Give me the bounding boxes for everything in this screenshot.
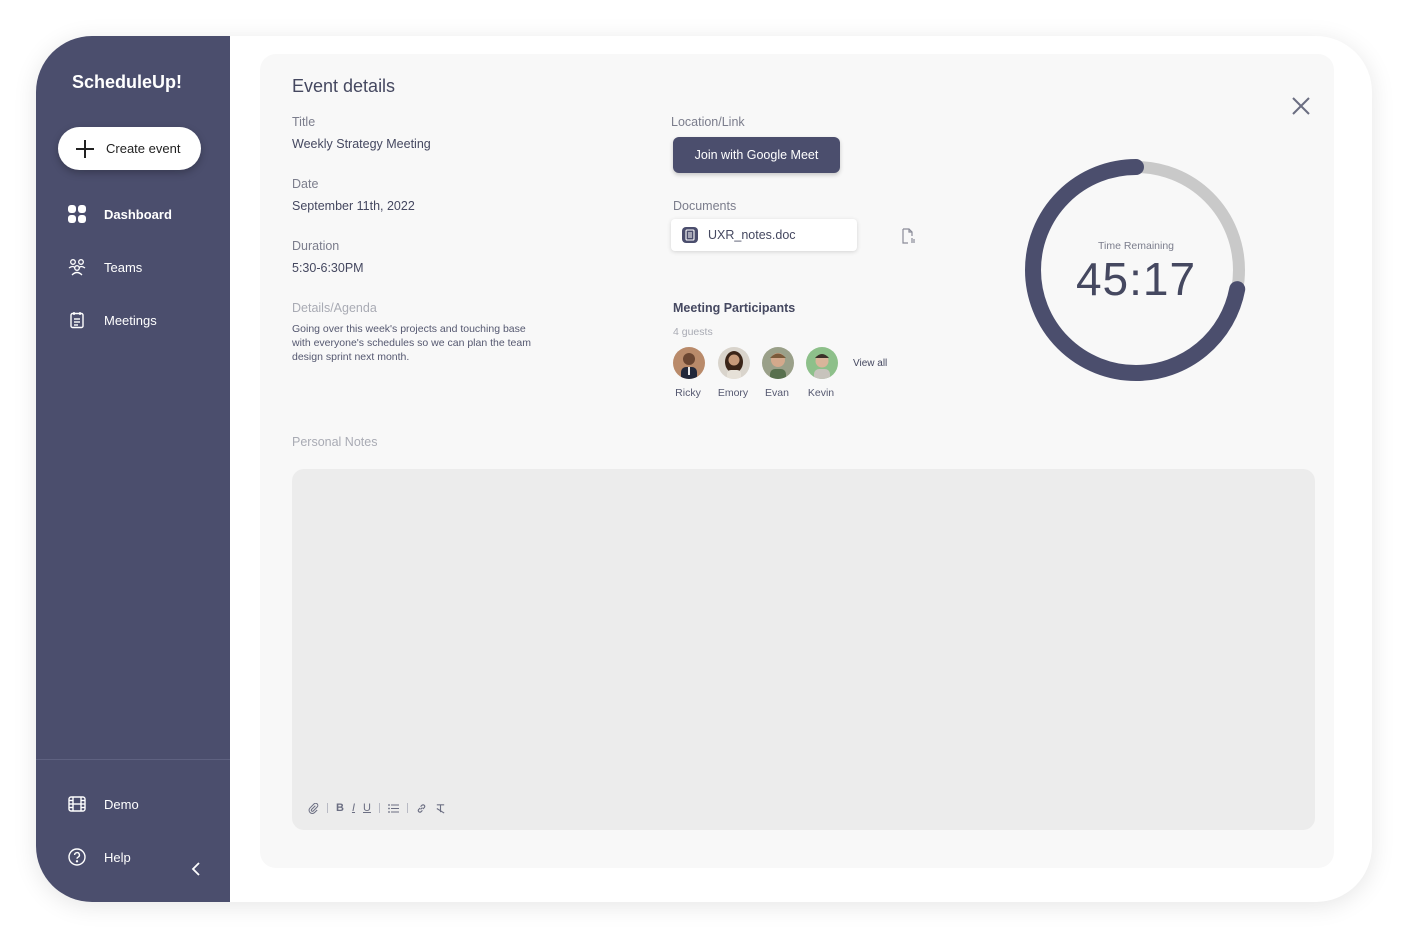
personal-notes-input[interactable]	[292, 469, 1315, 789]
avatar[interactable]	[673, 347, 705, 379]
chevron-left-icon[interactable]	[188, 860, 206, 878]
location-label: Location/Link	[671, 115, 745, 129]
timer-label: Time Remaining	[1097, 240, 1175, 252]
sidebar-item-teams[interactable]: Teams	[68, 255, 142, 279]
avatar[interactable]	[718, 347, 750, 379]
sidebar-item-label: Help	[104, 849, 131, 865]
sidebar-item-dashboard[interactable]: Dashboard	[68, 202, 172, 226]
participants-title: Meeting Participants	[673, 301, 796, 315]
participant-name: Emory	[717, 387, 749, 399]
italic-icon[interactable]: I	[352, 802, 355, 814]
guests-count: 4 guests	[673, 326, 713, 338]
details-label: Details/Agenda	[292, 301, 377, 315]
sidebar: ScheduleUp! Create event Dashboard Teams…	[36, 36, 230, 902]
clear-format-icon[interactable]	[435, 803, 446, 814]
document-icon	[681, 226, 699, 244]
film-icon	[68, 795, 86, 813]
sidebar-item-meetings[interactable]: Meetings	[68, 308, 157, 332]
view-all-link[interactable]: View all	[853, 358, 887, 369]
personal-notes-label: Personal Notes	[292, 435, 378, 449]
plus-icon	[76, 139, 94, 158]
duration-label: Duration	[292, 239, 340, 253]
underline-icon[interactable]: U	[363, 802, 371, 814]
app-logo: ScheduleUp!	[71, 72, 182, 92]
calendar-note-icon	[68, 311, 86, 329]
sidebar-item-label: Dashboard	[104, 206, 172, 222]
document-chip[interactable]: UXR_notes.doc	[671, 219, 857, 251]
toolbar-separator	[378, 803, 380, 813]
notes-toolbar: B I U	[308, 801, 454, 815]
title-label: Title	[292, 115, 316, 129]
date-value: September 11th, 2022	[292, 199, 415, 213]
join-google-meet-button[interactable]: Join with Google Meet	[673, 137, 840, 173]
participant-name: Evan	[765, 387, 789, 399]
document-name: UXR_notes.doc	[708, 228, 796, 242]
add-document-icon[interactable]	[900, 228, 916, 244]
participant-name: Kevin	[807, 387, 835, 399]
personal-notes-editor: B I U	[292, 469, 1315, 830]
sidebar-item-label: Meetings	[104, 312, 157, 328]
participant-name: Ricky	[675, 387, 701, 399]
sidebar-item-demo[interactable]: Demo	[68, 792, 139, 816]
create-event-button[interactable]: Create event	[58, 127, 201, 170]
close-icon[interactable]	[1290, 95, 1312, 117]
link-icon[interactable]	[416, 803, 427, 814]
sidebar-item-label: Teams	[104, 259, 143, 275]
documents-label: Documents	[673, 199, 737, 213]
details-value: Going over this week's projects and touc…	[292, 323, 531, 363]
title-value: Weekly Strategy Meeting	[292, 137, 431, 151]
toolbar-separator	[327, 803, 328, 813]
bold-icon[interactable]: B	[336, 802, 344, 814]
timer-value: 45:17	[1075, 253, 1197, 305]
toolbar-separator	[406, 803, 408, 813]
sidebar-item-help[interactable]: Help	[68, 845, 131, 869]
users-icon	[68, 258, 86, 276]
duration-value: 5:30-6:30PM	[292, 261, 364, 275]
page-title: Event details	[292, 76, 396, 96]
help-circle-icon	[68, 848, 86, 866]
sidebar-item-label: Demo	[104, 796, 139, 812]
attach-icon[interactable]	[308, 802, 319, 814]
bullet-list-icon[interactable]	[388, 803, 399, 813]
create-event-label: Create event	[106, 141, 181, 156]
date-label: Date	[292, 177, 319, 191]
event-details-panel: Event details Title Weekly Strategy Meet…	[260, 54, 1334, 868]
sidebar-divider	[36, 759, 230, 760]
avatar[interactable]	[806, 347, 838, 379]
avatar[interactable]	[762, 347, 794, 379]
grid-icon	[68, 205, 86, 223]
